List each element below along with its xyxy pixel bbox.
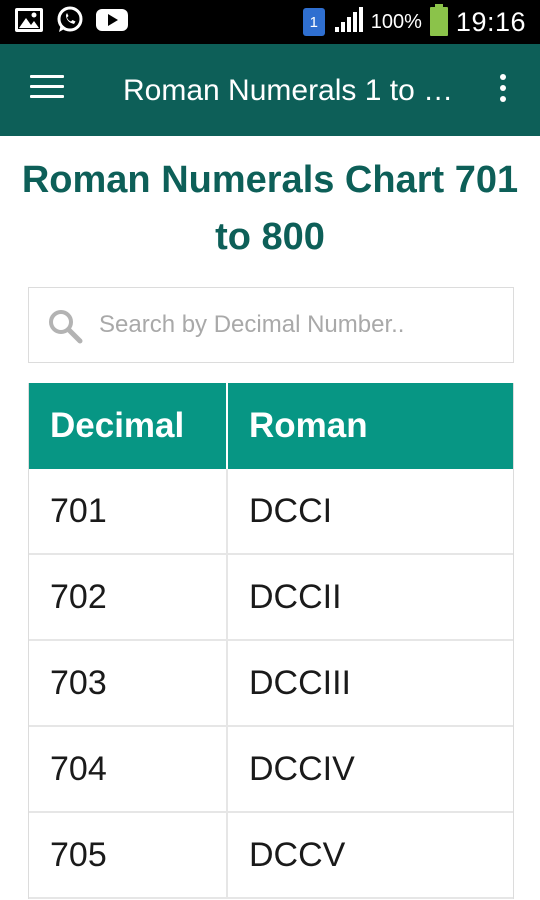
clock: 19:16	[455, 6, 526, 37]
search-icon	[47, 308, 83, 344]
battery-percent: 100%	[370, 10, 422, 33]
sim-icon: 1	[302, 8, 325, 36]
header-decimal: Decimal	[29, 383, 228, 469]
menu-icon[interactable]	[30, 75, 64, 105]
table-row[interactable]: 701 DCCI	[29, 469, 513, 555]
decimal-cell: 704	[29, 727, 228, 811]
more-options-icon[interactable]	[492, 74, 514, 108]
gallery-icon	[14, 7, 44, 38]
decimal-cell: 702	[29, 555, 228, 639]
youtube-icon	[96, 8, 128, 37]
decimal-cell: 705	[29, 813, 228, 897]
system-status: 1 100% 19:16	[302, 3, 526, 41]
header-roman: Roman	[249, 406, 368, 445]
roman-cell: DCCII	[249, 577, 342, 616]
roman-cell: DCCI	[249, 491, 333, 530]
search-box[interactable]	[28, 287, 514, 363]
app-title: Roman Numerals 1 to 1000	[123, 74, 463, 107]
status-bar: 1 100% 19:16	[0, 0, 540, 44]
table-row[interactable]: 703 DCCIII	[29, 641, 513, 727]
app-bar: Roman Numerals 1 to 1000	[0, 44, 540, 136]
roman-cell: DCCV	[249, 835, 346, 874]
roman-cell: DCCIII	[249, 663, 351, 702]
notification-icons	[14, 6, 128, 39]
search-input[interactable]	[99, 300, 499, 350]
roman-cell: DCCIV	[249, 749, 355, 788]
page-title: Roman Numerals Chart 701 to 800	[21, 159, 519, 258]
whatsapp-icon	[56, 6, 84, 39]
table-row[interactable]: 705 DCCV	[29, 813, 513, 899]
table-row[interactable]: 704 DCCIV	[29, 727, 513, 813]
table-row[interactable]: 702 DCCII	[29, 555, 513, 641]
decimal-cell: 701	[29, 469, 228, 553]
battery-icon	[429, 3, 448, 41]
decimal-cell: 703	[29, 641, 228, 725]
table-header: Decimal Roman	[29, 383, 513, 469]
signal-icon	[333, 6, 363, 38]
roman-numerals-table: Decimal Roman 701 DCCI 702 DCCII 703 DCC…	[28, 383, 514, 899]
